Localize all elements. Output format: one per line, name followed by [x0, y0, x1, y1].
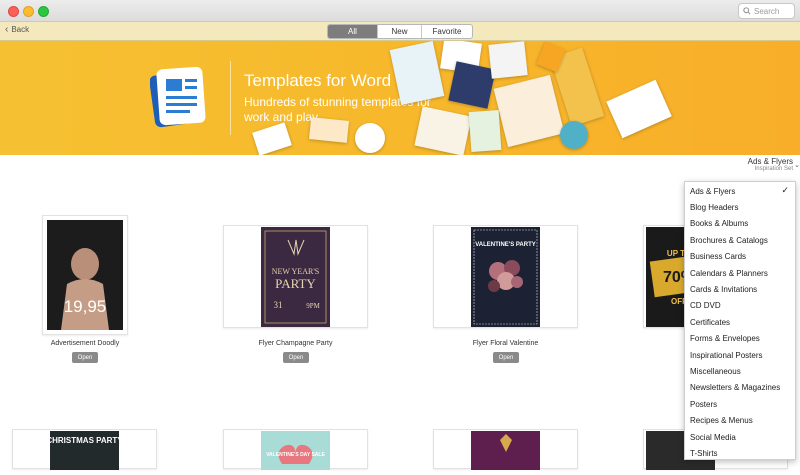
collage-card — [493, 74, 565, 148]
thumb-title: VALENTINE'S DAY SALE — [266, 452, 325, 458]
menu-item-books-albums[interactable]: Books & Albums — [685, 216, 795, 232]
category-selected-label: Ads & Flyers — [747, 157, 793, 166]
menu-item-miscellaneous[interactable]: Miscellaneous — [685, 363, 795, 379]
template-name: Advertisement Doodly — [50, 340, 120, 347]
template-preview-image: VALENTINE'S DAY SALE — [261, 431, 330, 471]
chevron-left-icon: ‹ — [5, 23, 9, 35]
search-placeholder: Search — [754, 6, 780, 16]
back-button[interactable]: ‹ Back — [5, 23, 30, 35]
menu-item-blog-headers[interactable]: Blog Headers — [685, 199, 795, 215]
toolbar: ‹ Back All New Favorite — [0, 22, 800, 41]
thumb-time: 9PM — [306, 302, 320, 310]
template-thumbnail-advertisement-doodly[interactable]: 19,95 — [42, 215, 128, 335]
back-label: Back — [11, 25, 30, 34]
template-thumbnail-flyer-floral-valentine[interactable]: VALENTINE'S PARTY — [433, 225, 578, 328]
collage-card — [252, 122, 292, 155]
tab-new[interactable]: New — [378, 25, 422, 38]
collage-card — [468, 110, 502, 152]
thumb-price-text: 19,95 — [64, 297, 107, 316]
thumb-title: CHRISTMAS PARTY — [46, 436, 123, 445]
minimize-window-button[interactable] — [23, 6, 34, 17]
menu-item-forms-envelopes[interactable]: Forms & Envelopes — [685, 331, 795, 347]
template-thumbnail-flyer-champagne-party[interactable]: NEW YEAR'S PARTY 31 9PM — [223, 225, 368, 328]
open-button-flyer-champagne-party[interactable]: Open — [283, 352, 309, 363]
menu-item-calendars-planners[interactable]: Calendars & Planners — [685, 265, 795, 281]
collage-card — [308, 117, 350, 143]
banner-title: Templates for Word — [244, 71, 392, 90]
banner-divider — [230, 61, 231, 135]
hero-banner: Templates for Word Hundreds of stunning … — [0, 41, 800, 155]
tab-all[interactable]: All — [328, 25, 378, 38]
menu-item-inspirational-posters[interactable]: Inspirational Posters — [685, 347, 795, 363]
open-button-advertisement-doodly[interactable]: Open — [72, 352, 98, 363]
menu-item-social-media[interactable]: Social Media — [685, 429, 795, 445]
category-subtitle: Inspiration Set — [754, 166, 793, 172]
menu-item-cards-invitations[interactable]: Cards & Invitations — [685, 281, 795, 297]
template-preview-image: VALENTINE'S PARTY — [471, 227, 540, 327]
collage-card — [355, 123, 385, 153]
thumb-title-line: NEW YEAR'S — [272, 267, 319, 276]
menu-item-newsletters-magazines[interactable]: Newsletters & Magazines — [685, 380, 795, 396]
title-bar: Search — [0, 0, 800, 22]
search-field[interactable]: Search — [738, 3, 795, 19]
filter-segmented-control: All New Favorite — [327, 24, 473, 39]
zoom-window-button[interactable] — [38, 6, 49, 17]
checkmark-icon: ✓ — [781, 185, 789, 195]
thumb-title: VALENTINE'S PARTY — [475, 242, 536, 248]
collage-card — [414, 106, 472, 155]
open-button-flyer-floral-valentine[interactable]: Open — [493, 352, 519, 363]
template-preview-image — [471, 431, 540, 471]
menu-item-brochures-catalogs[interactable]: Brochures & Catalogs — [685, 232, 795, 248]
menu-item-t-shirts[interactable]: T-Shirts — [685, 445, 795, 459]
menu-item-cd-dvd[interactable]: CD DVD — [685, 298, 795, 314]
menu-item-ads-flyers[interactable]: Ads & Flyers ✓ — [685, 183, 795, 199]
thumb-date: 31 — [274, 300, 283, 310]
chevron-down-icon: ⌄ — [794, 162, 800, 169]
template-thumbnail-christmas-party[interactable]: CHRISTMAS PARTY — [12, 429, 157, 471]
menu-item-posters[interactable]: Posters — [685, 396, 795, 412]
collage-card — [488, 41, 528, 79]
collage-card — [606, 79, 672, 139]
word-document-icon — [150, 66, 206, 128]
search-icon — [743, 7, 751, 15]
template-thumbnail-valentines-sale[interactable]: VALENTINE'S DAY SALE — [223, 429, 368, 471]
template-preview-image: CHRISTMAS PARTY — [46, 431, 123, 471]
close-window-button[interactable] — [8, 6, 19, 17]
menu-item-label: Ads & Flyers — [690, 186, 736, 196]
template-name: Flyer Floral Valentine — [472, 340, 539, 347]
template-name: Flyer Champagne Party — [258, 340, 333, 347]
template-preview-image: NEW YEAR'S PARTY 31 9PM — [261, 227, 330, 327]
menu-item-certificates[interactable]: Certificates — [685, 314, 795, 330]
template-preview-image: 19,95 — [47, 220, 123, 330]
template-thumbnail-purple-flyer[interactable] — [433, 429, 578, 471]
thumb-title-line: PARTY — [275, 276, 316, 291]
menu-item-recipes-menus[interactable]: Recipes & Menus — [685, 412, 795, 428]
category-selector[interactable]: Ads & Flyers Inspiration Set ⌄ — [747, 157, 800, 172]
collage-card — [560, 121, 588, 149]
menu-item-business-cards[interactable]: Business Cards — [685, 249, 795, 265]
tab-favorite[interactable]: Favorite — [422, 25, 472, 38]
collage-card — [448, 61, 496, 109]
category-dropdown-menu: Ads & Flyers ✓ Blog Headers Books & Albu… — [684, 181, 796, 460]
